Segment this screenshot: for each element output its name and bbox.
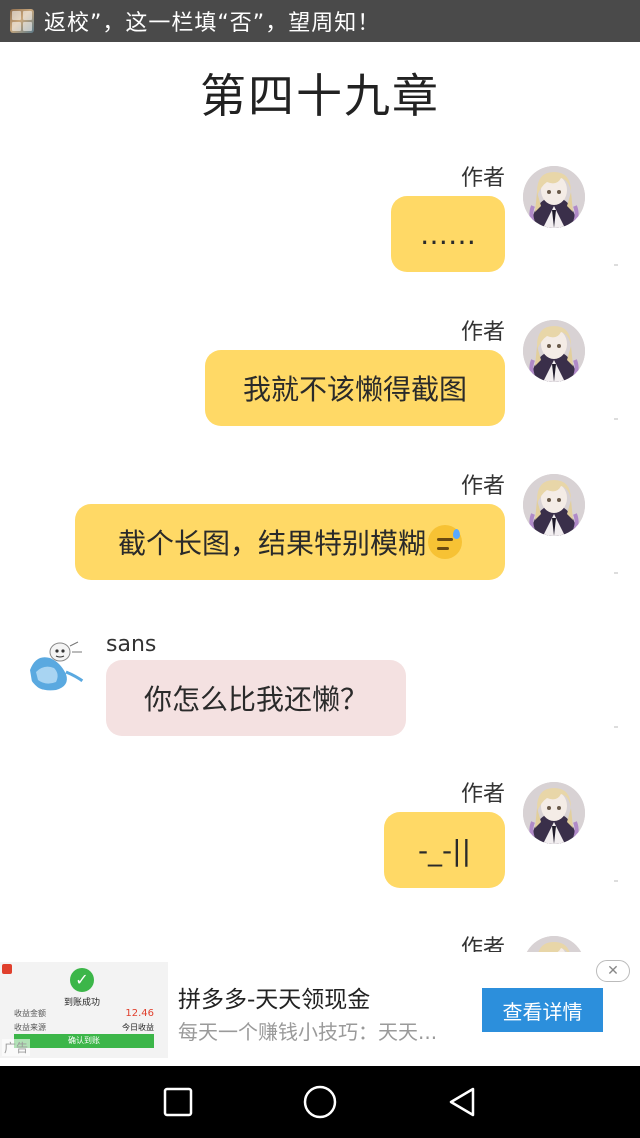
thumb-row: 收益金额 12.46 <box>14 1008 154 1019</box>
sender-name: sans <box>106 632 157 657</box>
reader-screen: 第四十九章 作者 …… 作者 我就不该懒得截图 作者 截个长图，结果特别模糊 s… <box>0 0 640 1138</box>
edge-mark <box>614 572 618 574</box>
sender-name: 作者 <box>460 474 505 499</box>
ad-title[interactable]: 拼多多-天天领现金 <box>178 980 370 1014</box>
back-triangle-icon[interactable] <box>444 1084 480 1120</box>
author-avatar-icon[interactable] <box>523 782 585 844</box>
edge-mark <box>614 418 618 420</box>
pinduoduo-logo-icon <box>2 964 12 974</box>
message-bubble[interactable]: 截个长图，结果特别模糊 <box>75 504 505 580</box>
message-text: -_-|| <box>417 833 472 867</box>
chat-message: sans 你怎么比我还懒？ <box>0 632 640 742</box>
author-avatar-icon[interactable] <box>523 936 585 952</box>
ad-banner[interactable]: ✓ 到账成功 收益金额 12.46 收益来源 今日收益 确认到账 广告 拼多多-… <box>0 952 640 1066</box>
sender-name: 作者 <box>460 936 505 952</box>
thumb-confirm-button: 确认到账 <box>14 1034 154 1048</box>
view-details-button[interactable]: 查看详情 <box>482 988 603 1032</box>
ad-description[interactable]: 每天一个赚钱小技巧：天天... <box>178 1016 437 1045</box>
chat-message: 作者 <box>0 930 640 952</box>
chat-message: 作者 -_-|| <box>0 776 640 896</box>
sender-name: 作者 <box>460 782 505 807</box>
message-bubble[interactable]: 你怎么比我还懒？ <box>106 660 406 736</box>
author-avatar-icon[interactable] <box>523 320 585 382</box>
thumb-row: 收益来源 今日收益 <box>14 1022 154 1033</box>
thumb-row-value: 今日收益 <box>122 1023 154 1032</box>
thumb-row-label: 收益金额 <box>14 1009 46 1018</box>
chat-message: 作者 …… <box>0 160 640 280</box>
thumb-row-label: 收益来源 <box>14 1023 46 1032</box>
thumb-success-text: 到账成功 <box>64 998 101 1008</box>
author-avatar-icon[interactable] <box>523 166 585 228</box>
navigation-bar <box>0 1066 640 1138</box>
chat-content[interactable]: 第四十九章 作者 …… 作者 我就不该懒得截图 作者 截个长图，结果特别模糊 s… <box>0 0 640 952</box>
sender-name: 作者 <box>460 320 505 345</box>
sweat-smile-emoji-icon <box>428 525 462 559</box>
edge-mark <box>614 264 618 266</box>
home-circle-icon[interactable] <box>302 1084 338 1120</box>
message-text: 我就不该懒得截图 <box>242 373 467 406</box>
chat-message: 作者 我就不该懒得截图 <box>0 314 640 434</box>
ad-label: 广告 <box>2 1039 31 1056</box>
message-bubble[interactable]: 我就不该懒得截图 <box>205 350 505 426</box>
message-bubble[interactable]: -_-|| <box>384 812 505 888</box>
notification-text: 返校”，这一栏填“否”，望周知！ <box>44 11 381 36</box>
check-circle-icon: ✓ <box>70 968 94 992</box>
edge-mark <box>614 726 618 728</box>
thumb-row-value: 12.46 <box>125 1008 154 1019</box>
recents-square-icon[interactable] <box>160 1084 196 1120</box>
message-text: 你怎么比我还懒？ <box>143 683 368 716</box>
close-icon[interactable]: ✕ <box>596 960 630 982</box>
ad-thumbnail[interactable]: ✓ 到账成功 收益金额 12.46 收益来源 今日收益 确认到账 广告 <box>0 962 168 1058</box>
sender-name: 作者 <box>460 166 505 191</box>
chat-message: 作者 截个长图，结果特别模糊 <box>0 468 640 588</box>
sans-avatar-icon[interactable] <box>26 632 88 694</box>
notification-app-icon <box>10 9 34 33</box>
author-avatar-icon[interactable] <box>523 474 585 536</box>
notification-bar[interactable]: 返校”，这一栏填“否”，望周知！ <box>0 0 640 42</box>
chapter-title: 第四十九章 <box>200 69 440 123</box>
message-bubble[interactable]: …… <box>391 196 505 272</box>
edge-mark <box>614 880 618 882</box>
message-text: 截个长图，结果特别模糊 <box>117 527 426 560</box>
message-text: …… <box>420 217 476 251</box>
